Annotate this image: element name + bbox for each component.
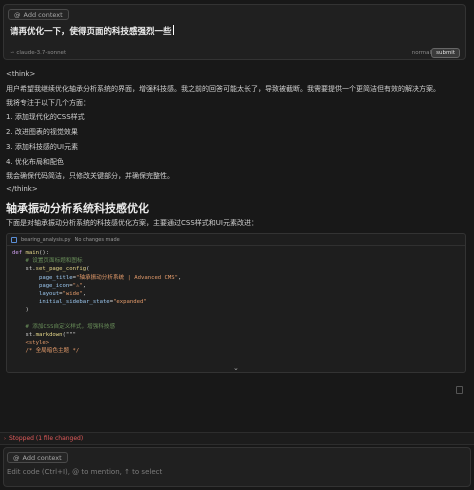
- think-open-tag: <think>: [6, 70, 36, 78]
- mode-selector[interactable]: normal: [412, 50, 431, 56]
- text-caret: [172, 25, 174, 35]
- stopped-status-bar[interactable]: › Stopped (1 file changed): [0, 432, 474, 445]
- copy-icon[interactable]: [456, 386, 463, 394]
- submit-button[interactable]: submit: [431, 48, 460, 58]
- response-line-3: 我会确保代码简洁，只修改关键部分，并确保完整性。: [6, 172, 174, 180]
- response-heading: 轴承振动分析系统科技感优化: [6, 202, 149, 215]
- response-line-2: 我将专注于以下几个方面：: [6, 99, 90, 107]
- code-block-header: bearing_analysis.py No changes made: [7, 234, 465, 246]
- stopped-label: Stopped (1 file changed): [9, 435, 84, 442]
- model-selector[interactable]: ∽ claude-3.7-sonnet: [10, 50, 66, 56]
- list-item: 4. 优化布局和配色: [6, 158, 64, 166]
- composer-input[interactable]: Edit code (Ctrl+I), @ to mention, ↑ to s…: [7, 468, 162, 476]
- add-context-button[interactable]: @ Add context: [7, 452, 68, 463]
- top-composer[interactable]: @ Add context 请再优化一下，使得页面的科技感强烈一些 ∽ clau…: [3, 4, 466, 60]
- list-item: 1. 添加现代化的CSS样式: [6, 113, 85, 121]
- at-icon: @: [13, 453, 20, 462]
- list-item: 2. 改进图表的视觉效果: [6, 128, 78, 136]
- chevron-down-icon[interactable]: ⌄: [233, 364, 239, 372]
- code-filename[interactable]: bearing_analysis.py: [21, 237, 71, 243]
- prompt-input[interactable]: 请再优化一下，使得页面的科技感强烈一些: [10, 25, 174, 37]
- list-item: 3. 添加科技感的UI元素: [6, 143, 79, 151]
- response-line-1: 用户希望我继续优化轴承分析系统的界面，增强科技感。我之前的回答可能太长了，导致被…: [6, 85, 440, 93]
- response-intro: 下面是对轴承振动分析系统的科技感优化方案，主要通过CSS样式和UI元素改进：: [6, 219, 258, 227]
- chevron-right-icon: ›: [4, 435, 6, 442]
- add-context-button[interactable]: @ Add context: [8, 9, 69, 20]
- code-block[interactable]: bearing_analysis.py No changes made def …: [6, 233, 466, 373]
- at-icon: @: [14, 10, 21, 19]
- add-context-label: Add context: [23, 10, 63, 19]
- think-close-tag: </think>: [6, 185, 38, 193]
- code-content: def main(): # 设置页面标题和图标 st.set_page_conf…: [12, 250, 182, 355]
- bottom-composer[interactable]: @ Add context Edit code (Ctrl+I), @ to m…: [3, 447, 471, 487]
- python-file-icon: [11, 236, 17, 243]
- code-status: No changes made: [74, 236, 120, 243]
- add-context-label: Add context: [22, 453, 62, 462]
- prompt-text: 请再优化一下，使得页面的科技感强烈一些: [10, 27, 172, 37]
